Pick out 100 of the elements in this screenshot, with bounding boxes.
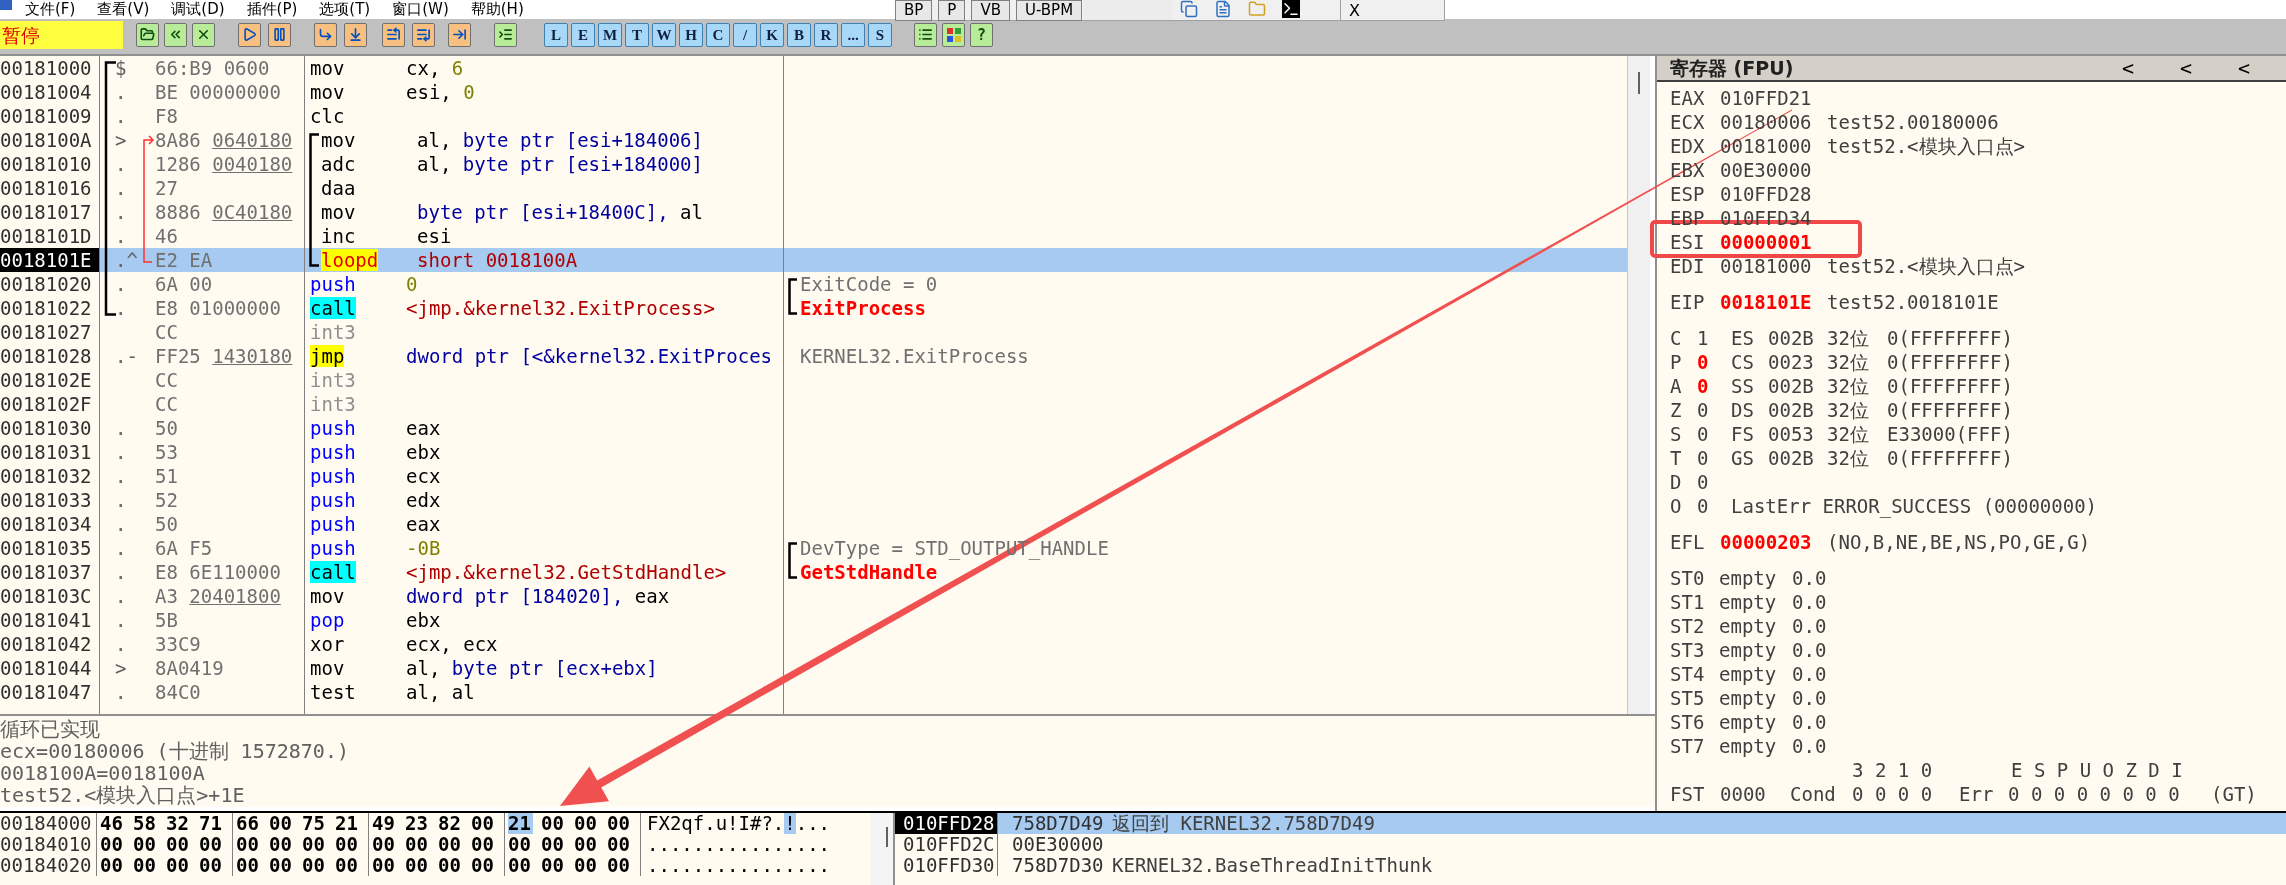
scrollbar[interactable] xyxy=(870,813,893,885)
flag-value[interactable]: 0 xyxy=(1697,470,1731,494)
code-row[interactable]: 0018101E .^ E2 EA loopd short 0018100A xyxy=(0,248,1627,272)
menu-item[interactable]: 查看(V) xyxy=(97,0,150,19)
copy-icon[interactable] xyxy=(1180,0,1199,18)
hex-byte[interactable]: 00 xyxy=(541,813,566,834)
window-button[interactable]: H xyxy=(679,22,703,47)
code-row[interactable]: 0018103C . A3 20401800 mov dword ptr [184020], eax xyxy=(0,584,1627,608)
hex-byte[interactable]: 00 xyxy=(269,855,294,876)
close-button[interactable] xyxy=(192,22,215,47)
scrollbar[interactable] xyxy=(1627,56,1650,714)
nav-button[interactable]: < xyxy=(2174,56,2198,80)
hex-byte[interactable]: 00 xyxy=(236,834,261,855)
code-row[interactable]: 00181004 . BE 00000000 mov esi, 0 xyxy=(0,80,1627,104)
hex-byte[interactable]: 32 xyxy=(166,813,191,834)
window-button[interactable]: / xyxy=(733,22,757,47)
code-row[interactable]: 00181016 . 27 daa xyxy=(0,176,1627,200)
flag-value[interactable]: 0 xyxy=(1697,398,1731,422)
hex-byte[interactable]: 00 xyxy=(302,834,327,855)
step-over-button[interactable] xyxy=(344,22,367,47)
hex-byte[interactable]: 00 xyxy=(607,855,632,876)
code-row[interactable]: 00181047 . 84C0 test al, al xyxy=(0,680,1627,704)
hex-byte[interactable]: 00 xyxy=(133,834,158,855)
run-button[interactable] xyxy=(238,22,261,47)
hex-byte[interactable]: 00 xyxy=(574,834,599,855)
menu-item[interactable]: 插件(P) xyxy=(246,0,298,19)
hex-byte[interactable]: 00 xyxy=(541,834,566,855)
window-button[interactable]: E xyxy=(571,22,595,47)
window-button[interactable]: T xyxy=(625,22,649,47)
grid-button[interactable] xyxy=(942,22,965,47)
document-icon[interactable] xyxy=(1214,0,1233,18)
restart-button[interactable] xyxy=(164,22,187,47)
hex-byte[interactable]: 75 xyxy=(302,813,327,834)
hex-byte[interactable]: 00 xyxy=(607,834,632,855)
hex-byte[interactable]: 00 xyxy=(335,834,360,855)
hex-byte[interactable]: 00 xyxy=(405,855,430,876)
window-button[interactable]: K xyxy=(760,22,784,47)
hex-byte[interactable]: 00 xyxy=(471,813,496,834)
window-button[interactable]: C xyxy=(706,22,730,47)
register-value[interactable]: 0018101E xyxy=(1720,290,1827,314)
stack-row[interactable]: 010FFD28 758D7D49 返回到 KERNEL32.758D7D49 xyxy=(895,813,2286,834)
code-row[interactable]: 00181030 . 50 push eax xyxy=(0,416,1627,440)
breakpoint-button[interactable]: BP xyxy=(895,0,933,21)
menu-item[interactable]: 文件(F) xyxy=(25,0,76,19)
hex-byte[interactable]: 00 xyxy=(574,855,599,876)
hex-byte[interactable]: 00 xyxy=(405,834,430,855)
code-row[interactable]: 00181009 . F8 clc xyxy=(0,104,1627,128)
hex-byte[interactable]: 00 xyxy=(269,813,294,834)
hex-byte[interactable]: 71 xyxy=(199,813,224,834)
hex-byte[interactable]: 00 xyxy=(372,834,397,855)
scroll-thumb[interactable] xyxy=(1638,72,1640,94)
register-value[interactable]: 010FFD28 xyxy=(1720,182,1827,206)
window-button[interactable]: M xyxy=(598,22,622,47)
code-row[interactable]: 00181042 . 33C9 xor ecx, ecx xyxy=(0,632,1627,656)
hex-byte[interactable]: 00 xyxy=(269,834,294,855)
hex-byte[interactable]: 00 xyxy=(438,834,463,855)
code-row[interactable]: 00181031 . 53 push ebx xyxy=(0,440,1627,464)
hex-byte[interactable]: 00 xyxy=(236,855,261,876)
hex-byte[interactable]: 00 xyxy=(335,855,360,876)
list-button[interactable] xyxy=(914,22,937,47)
terminal-icon[interactable] xyxy=(1282,0,1301,18)
hex-byte[interactable]: 46 xyxy=(100,813,125,834)
code-row[interactable]: 0018102E CC int3 xyxy=(0,368,1627,392)
hex-byte[interactable]: 82 xyxy=(438,813,463,834)
menu-item[interactable]: 窗口(W) xyxy=(392,0,449,19)
scroll-thumb[interactable] xyxy=(886,827,888,847)
hex-byte[interactable]: 00 xyxy=(508,834,533,855)
register-value[interactable]: 010FFD21 xyxy=(1720,86,1827,110)
hex-byte[interactable]: 49 xyxy=(372,813,397,834)
hex-byte[interactable]: 00 xyxy=(508,855,533,876)
step-into-button[interactable] xyxy=(314,22,337,47)
hex-byte[interactable]: 00 xyxy=(100,855,125,876)
window-button[interactable]: ... xyxy=(841,22,865,47)
nav-button[interactable]: < xyxy=(2232,56,2256,80)
hex-byte[interactable]: 00 xyxy=(541,855,566,876)
flag-value[interactable]: 0 xyxy=(1697,350,1731,374)
stack-row[interactable]: 010FFD30 758D7D30 KERNEL32.BaseThreadInitThunk xyxy=(895,855,2286,876)
code-row[interactable]: 00181044 > 8A0419 mov al, byte ptr [ecx+ebx] xyxy=(0,656,1627,680)
register-value[interactable]: 00181000 xyxy=(1720,254,1827,278)
hex-byte[interactable]: 00 xyxy=(438,855,463,876)
window-button[interactable]: L xyxy=(544,22,568,47)
code-row[interactable]: 0018100A > 8A86 0640180 mov al, byte ptr [esi+184006] xyxy=(0,128,1627,152)
hex-byte[interactable]: 21 xyxy=(508,813,533,834)
code-row[interactable]: 00181010 . 1286 0040180 adc al, byte ptr [esi+184000] xyxy=(0,152,1627,176)
code-row[interactable]: 00181037 . E8 6E110000 call <jmp.&kernel32.GetStdHandle> GetStdHandle xyxy=(0,560,1627,584)
flag-value[interactable]: 0 xyxy=(1697,374,1731,398)
breakpoint-button[interactable]: VB xyxy=(971,0,1010,21)
code-row[interactable]: 00181034 . 50 push eax xyxy=(0,512,1627,536)
window-button[interactable]: S xyxy=(868,22,892,47)
flag-value[interactable]: 1 xyxy=(1697,326,1731,350)
code-row[interactable]: 00181032 . 51 push ecx xyxy=(0,464,1627,488)
hex-byte[interactable]: 00 xyxy=(607,813,632,834)
hex-byte[interactable]: 23 xyxy=(405,813,430,834)
hex-byte[interactable]: 21 xyxy=(335,813,360,834)
register-value[interactable]: 00000001 xyxy=(1720,230,1827,254)
window-button[interactable]: B xyxy=(787,22,811,47)
run-to-return-button[interactable] xyxy=(448,22,471,47)
code-row[interactable]: 00181033 . 52 push edx xyxy=(0,488,1627,512)
nav-button[interactable]: < xyxy=(2116,56,2140,80)
hex-byte[interactable]: 58 xyxy=(133,813,158,834)
